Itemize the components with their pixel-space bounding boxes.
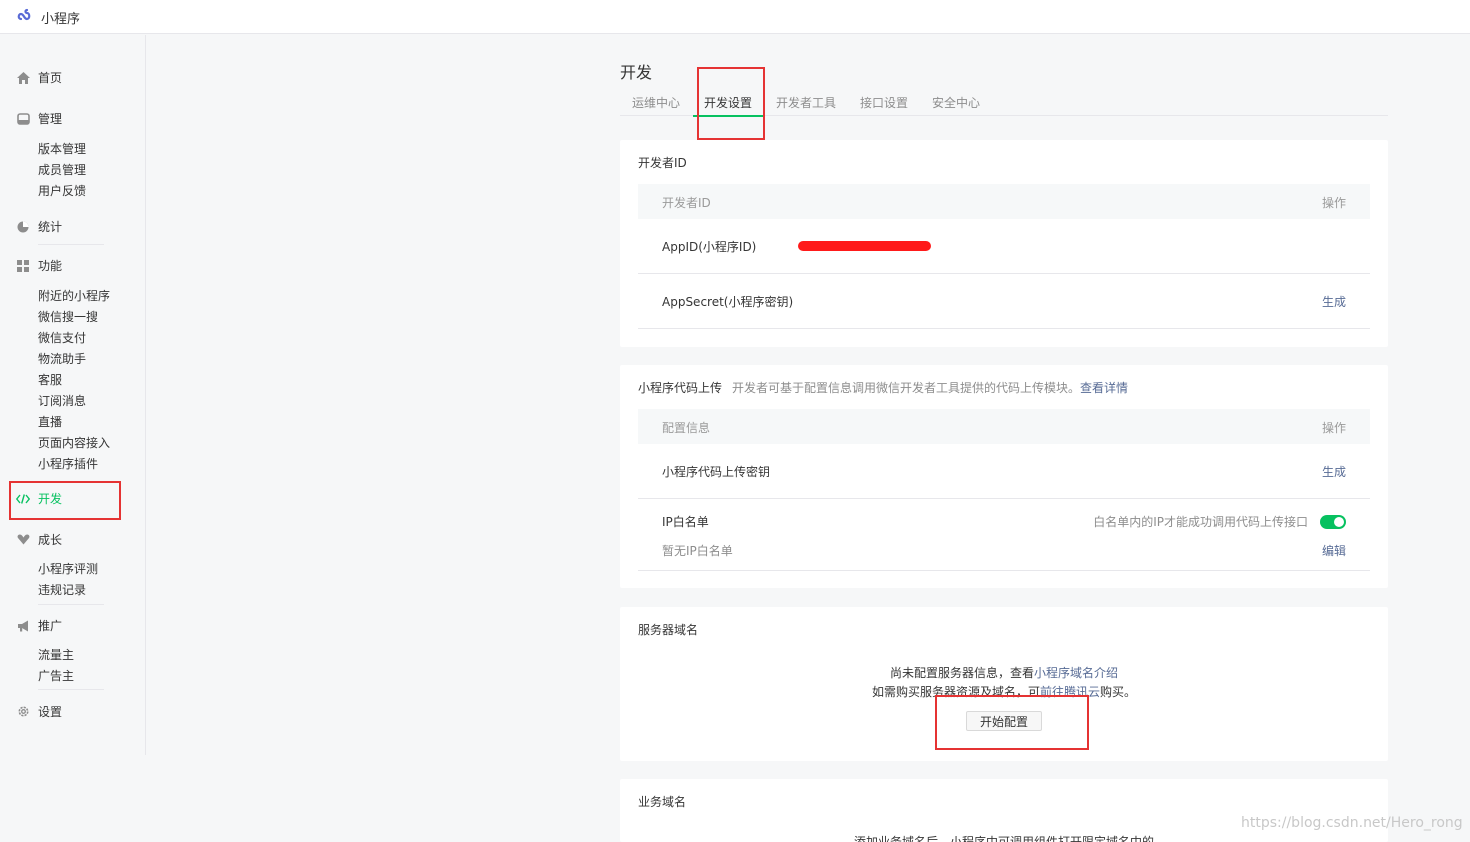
ip-whitelist-hint: 白名单内的IP才能成功调用代码上传接口 (1093, 515, 1308, 529)
col-developer-id: 开发者ID (662, 196, 711, 210)
page-title: 开发 (620, 63, 653, 82)
home-icon (16, 71, 30, 85)
sidebar-sub-version-manage[interactable]: 版本管理 (38, 140, 86, 157)
sidebar-item-label: 成长 (38, 533, 63, 547)
sidebar-item-promote[interactable]: 推广 (16, 617, 62, 634)
row-divider (638, 570, 1370, 571)
generate-appsecret-link[interactable]: 生成 (1322, 293, 1346, 310)
server-domain-info-line1: 尚未配置服务器信息，查看小程序域名介绍 (620, 664, 1388, 681)
highlight-box-develop (9, 481, 121, 520)
sidebar-sub-plugin[interactable]: 小程序插件 (38, 455, 98, 472)
sidebar-sub-live[interactable]: 直播 (38, 413, 62, 430)
sidebar-item-label: 功能 (38, 259, 63, 273)
card-title: 业务域名 (638, 795, 687, 809)
row-divider (638, 328, 1370, 329)
sidebar-divider (38, 689, 104, 690)
sidebar-divider (38, 604, 104, 605)
col-action: 操作 (1321, 196, 1346, 210)
domain-intro-link[interactable]: 小程序域名介绍 (1034, 666, 1118, 680)
top-bar: 小程序 (0, 0, 1470, 34)
col-action: 操作 (1321, 421, 1346, 435)
card-business-domain: 业务域名 添加业务域名后，小程序中可调用组件打开限定域名中的 (620, 779, 1388, 842)
card-code-upload: 小程序代码上传 开发者可基于配置信息调用微信开发者工具提供的代码上传模块。查看详情… (620, 365, 1388, 588)
tab-security-center[interactable]: 安全中心 (932, 94, 980, 111)
tab-ops-center[interactable]: 运维中心 (632, 94, 680, 111)
sidebar-sub-logistics[interactable]: 物流助手 (38, 350, 86, 367)
sidebar-sub-page-content[interactable]: 页面内容接入 (38, 434, 110, 451)
sidebar-sub-nearby[interactable]: 附近的小程序 (38, 287, 110, 304)
sidebar-sub-evaluation[interactable]: 小程序评测 (38, 560, 98, 577)
sidebar-item-label: 推广 (38, 619, 63, 633)
appid-label: AppID(小程序ID) (662, 240, 757, 254)
sidebar-sub-subscribe-message[interactable]: 订阅消息 (38, 392, 86, 409)
growth-heart-icon (16, 533, 30, 547)
sidebar-sub-advertiser[interactable]: 广告主 (38, 667, 74, 684)
tab-api-settings[interactable]: 接口设置 (860, 94, 908, 111)
ip-whitelist-label: IP白名单 (662, 515, 709, 529)
generate-upload-key-link[interactable]: 生成 (1322, 463, 1346, 480)
app-title: 小程序 (41, 12, 81, 27)
brand[interactable]: 小程序 (16, 7, 80, 28)
sidebar-item-label: 统计 (38, 220, 63, 234)
col-config-info: 配置信息 (662, 421, 711, 435)
ip-whitelist-toggle[interactable] (1320, 515, 1346, 529)
business-domain-info: 添加业务域名后，小程序中可调用组件打开限定域名中的 (853, 835, 1154, 842)
megaphone-icon (16, 619, 30, 633)
card-title-text: 小程序代码上传 (638, 381, 723, 395)
sidebar-item-features[interactable]: 功能 (16, 257, 62, 274)
appid-redaction-scribble (798, 241, 931, 251)
sidebar-sub-violation[interactable]: 违规记录 (38, 581, 86, 598)
info-text: 尚未配置服务器信息，查看 (889, 666, 1034, 680)
table-header: 配置信息 操作 (638, 409, 1370, 444)
sidebar-item-settings[interactable]: 设置 (16, 703, 62, 720)
table-header: 开发者ID 操作 (638, 184, 1370, 219)
wechat-miniprogram-logo-icon (16, 7, 36, 28)
card-title: 开发者ID (638, 156, 687, 170)
view-details-link[interactable]: 查看详情 (1080, 381, 1128, 395)
sidebar-item-manage[interactable]: 管理 (16, 110, 62, 127)
sidebar-sub-search[interactable]: 微信搜一搜 (38, 308, 98, 325)
sidebar-sub-customer-service[interactable]: 客服 (38, 371, 62, 388)
sidebar-item-home[interactable]: 首页 (16, 69, 62, 86)
sidebar-sub-payment[interactable]: 微信支付 (38, 329, 86, 346)
ip-whitelist-empty: 暂无IP白名单 (662, 544, 733, 558)
card-title: 小程序代码上传 开发者可基于配置信息调用微信开发者工具提供的代码上传模块。查看详情 (638, 379, 1128, 396)
watermark: https://blog.csdn.net/Hero_rong (1241, 815, 1463, 831)
highlight-box-start-config (935, 695, 1089, 750)
info-text: 购买。 (1100, 685, 1137, 699)
sidebar-item-stats[interactable]: 统计 (16, 218, 62, 235)
grid-icon (16, 259, 30, 273)
sidebar-divider (38, 244, 104, 245)
sidebar-item-label: 设置 (38, 705, 63, 719)
upload-key-label: 小程序代码上传密钥 (662, 465, 771, 479)
sidebar-sub-user-feedback[interactable]: 用户反馈 (38, 182, 86, 199)
sidebar-item-label: 首页 (38, 71, 63, 85)
gear-icon (16, 705, 30, 719)
row-divider (638, 273, 1370, 274)
card-description: 开发者可基于配置信息调用微信开发者工具提供的代码上传模块。 (732, 381, 1081, 395)
edit-ip-whitelist-link[interactable]: 编辑 (1322, 542, 1346, 559)
highlight-box-dev-settings-tab (697, 67, 765, 140)
card-developer-id: 开发者ID 开发者ID 操作 AppID(小程序ID) AppSecret(小程… (620, 140, 1388, 347)
inbox-icon (16, 112, 30, 126)
row-divider (638, 498, 1370, 499)
sidebar-item-label: 管理 (38, 112, 63, 126)
sidebar-sub-traffic-owner[interactable]: 流量主 (38, 646, 74, 663)
sidebar: 首页 管理 版本管理 成员管理 用户反馈 统计 功能 附近的小程序 微信搜一搜 … (0, 35, 146, 755)
card-title: 服务器域名 (638, 623, 699, 637)
sidebar-item-growth[interactable]: 成长 (16, 531, 62, 548)
sidebar-sub-member-manage[interactable]: 成员管理 (38, 161, 86, 178)
appsecret-label: AppSecret(小程序密钥) (662, 295, 794, 309)
pie-chart-icon (16, 220, 30, 234)
tab-dev-tools[interactable]: 开发者工具 (776, 94, 836, 111)
